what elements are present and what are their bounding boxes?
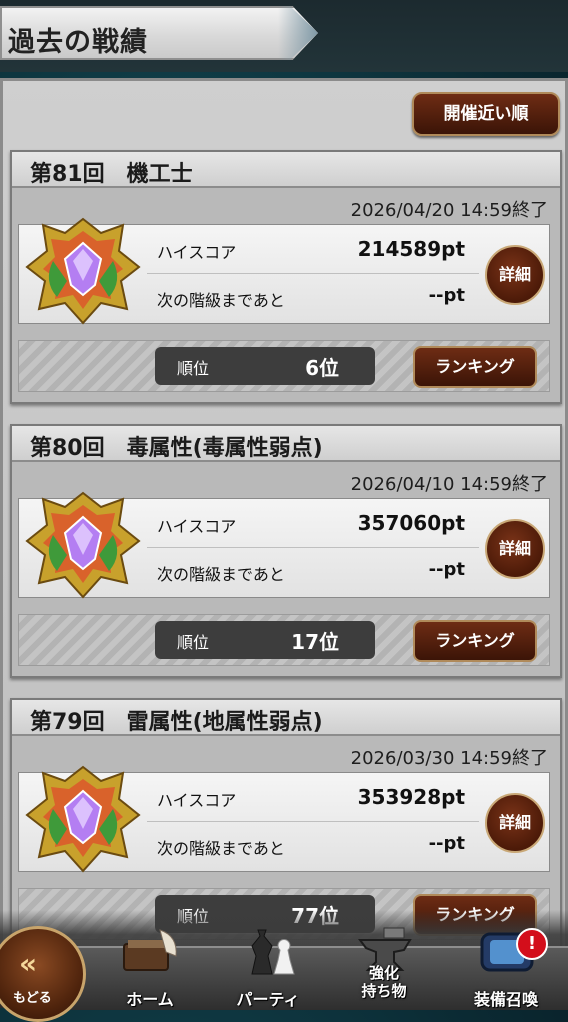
end-date: 2026/03/30 14:59終了 xyxy=(350,748,548,769)
next-rank-value: --pt xyxy=(428,833,465,854)
next-rank-label: 次の階級まであと xyxy=(157,565,285,584)
book-quill-icon xyxy=(123,929,177,971)
nav-enhance-label: 強化 持ち物 xyxy=(361,964,407,1000)
trophy-emblem-icon xyxy=(25,491,141,599)
event-title: 第80回 毒属性(毒属性弱点) xyxy=(30,436,323,461)
rank-box: 順位 17位 xyxy=(155,621,375,659)
event-card: 第80回 毒属性(毒属性弱点) 2026/04/10 14:59終了 ハイスコア… xyxy=(10,424,562,678)
hiscore-label: ハイスコア xyxy=(157,791,237,810)
rank-box: 順位 6位 xyxy=(155,347,375,385)
end-date: 2026/04/10 14:59終了 xyxy=(350,474,548,495)
score-panel: ハイスコア 357060pt 次の階級まであと --pt 詳細 xyxy=(18,491,550,599)
bottom-nav: « もどる ホーム パーティ 強化 持ち物 ! 装備召喚 xyxy=(0,910,568,1022)
header: 過去の戦績 xyxy=(0,0,568,72)
next-rank-value: --pt xyxy=(428,285,465,306)
trophy-emblem-icon xyxy=(25,765,141,873)
rank-value: 17位 xyxy=(291,630,339,654)
divider xyxy=(147,821,479,822)
hiscore-label: ハイスコア xyxy=(157,243,237,262)
card-header: 第79回 雷属性(地属性弱点) xyxy=(12,700,560,736)
title-plate: 過去の戦績 xyxy=(0,6,318,60)
rank-value: 6位 xyxy=(305,356,339,380)
nav-home[interactable]: ホーム xyxy=(100,920,200,1009)
double-chevron-left-icon: « xyxy=(19,947,38,980)
divider xyxy=(147,547,479,548)
score-panel: ハイスコア 214589pt 次の階級まであと --pt 詳細 xyxy=(18,217,550,325)
detail-button[interactable]: 詳細 xyxy=(485,519,545,579)
rank-strip: 順位 17位 ランキング xyxy=(18,614,550,666)
card-header: 第81回 機工士 xyxy=(12,152,560,188)
detail-button[interactable]: 詳細 xyxy=(485,245,545,305)
hiscore-value: 214589pt xyxy=(357,237,465,261)
event-title: 第81回 機工士 xyxy=(30,162,193,187)
trophy-emblem-icon xyxy=(25,217,141,325)
divider xyxy=(147,273,479,274)
event-title: 第79回 雷属性(地属性弱点) xyxy=(30,710,323,735)
score-panel: ハイスコア 353928pt 次の階級まであと --pt 詳細 xyxy=(18,765,550,873)
end-date: 2026/04/20 14:59終了 xyxy=(350,200,548,221)
card-header: 第80回 毒属性(毒属性弱点) xyxy=(12,426,560,462)
next-rank-label: 次の階級まであと xyxy=(157,839,285,858)
rank-label: 順位 xyxy=(177,359,210,378)
hiscore-label: ハイスコア xyxy=(157,517,237,536)
sort-button[interactable]: 開催近い順 xyxy=(412,92,560,136)
event-card: 第81回 機工士 2026/04/20 14:59終了 ハイスコア 214589… xyxy=(10,150,562,404)
chess-pieces-icon xyxy=(251,929,295,975)
next-rank-value: --pt xyxy=(428,559,465,580)
ranking-button[interactable]: ランキング xyxy=(413,346,537,388)
nav-equipment-summon[interactable]: ! 装備召喚 xyxy=(456,920,556,1009)
detail-button[interactable]: 詳細 xyxy=(485,793,545,853)
hiscore-value: 353928pt xyxy=(357,785,465,809)
rank-strip: 順位 6位 ランキング xyxy=(18,340,550,392)
next-rank-label: 次の階級まであと xyxy=(157,291,285,310)
nav-summon-label: 装備召喚 xyxy=(473,990,538,1009)
notification-badge: ! xyxy=(516,928,548,960)
nav-party-label: パーティ xyxy=(236,990,300,1009)
nav-party[interactable]: パーティ xyxy=(218,920,318,1009)
nav-enhance-items[interactable]: 強化 持ち物 xyxy=(334,920,434,1008)
rank-label: 順位 xyxy=(177,633,210,652)
page-title: 過去の戦績 xyxy=(8,27,148,58)
nav-home-label: ホーム xyxy=(126,990,174,1009)
back-label: もどる xyxy=(13,991,52,1006)
ranking-button[interactable]: ランキング xyxy=(413,620,537,662)
hiscore-value: 357060pt xyxy=(357,511,465,535)
